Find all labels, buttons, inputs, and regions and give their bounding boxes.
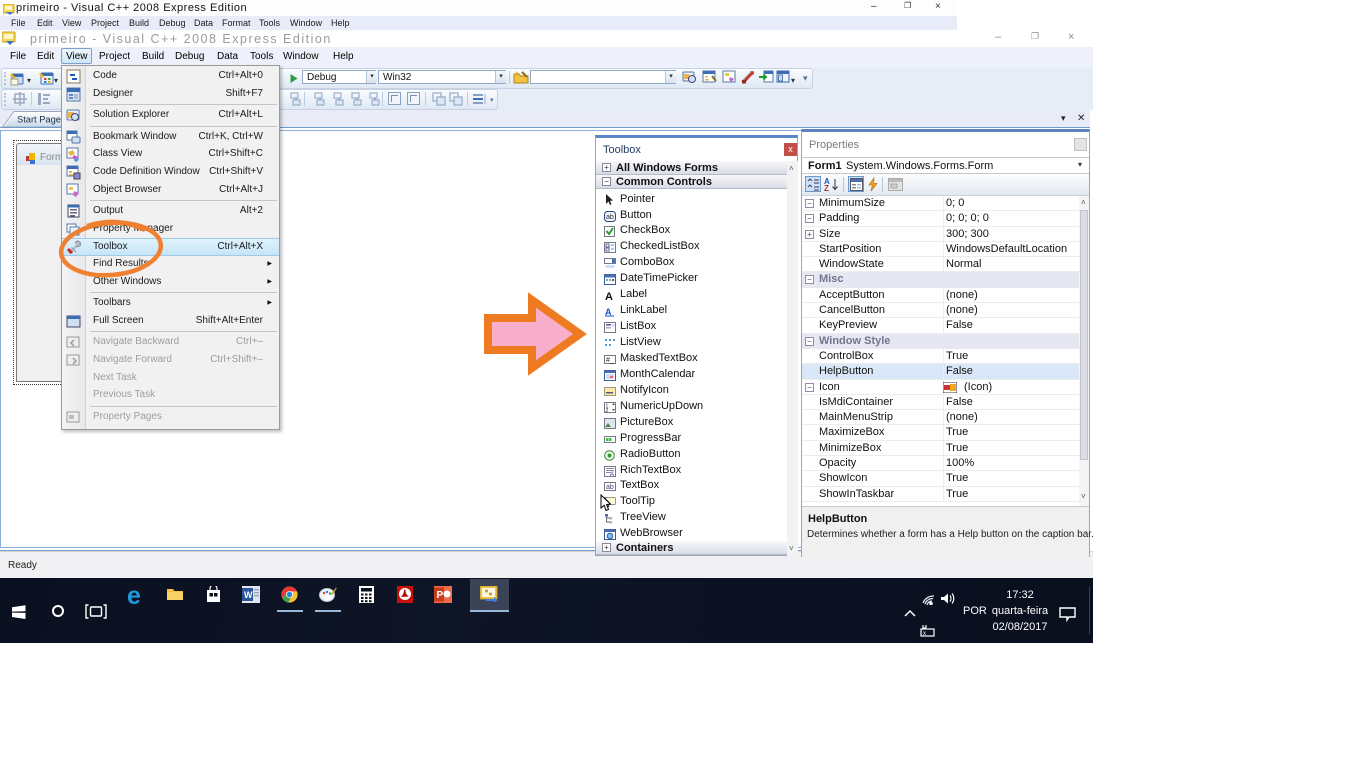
svg-text:2: 2 (606, 408, 609, 413)
svg-text:#_: #_ (606, 357, 614, 364)
svg-text:P: P (437, 590, 444, 601)
svg-text:A: A (605, 291, 613, 301)
svg-text:W: W (244, 590, 253, 600)
svg-text:e: e (128, 586, 141, 605)
svg-text:Start Page: Start Page (17, 115, 61, 125)
svg-text:A: A (610, 472, 614, 477)
svg-text:x: x (923, 631, 926, 637)
svg-text:Z: Z (824, 184, 829, 192)
svg-text:ab: ab (606, 214, 614, 221)
svg-text:ab: ab (606, 484, 614, 491)
